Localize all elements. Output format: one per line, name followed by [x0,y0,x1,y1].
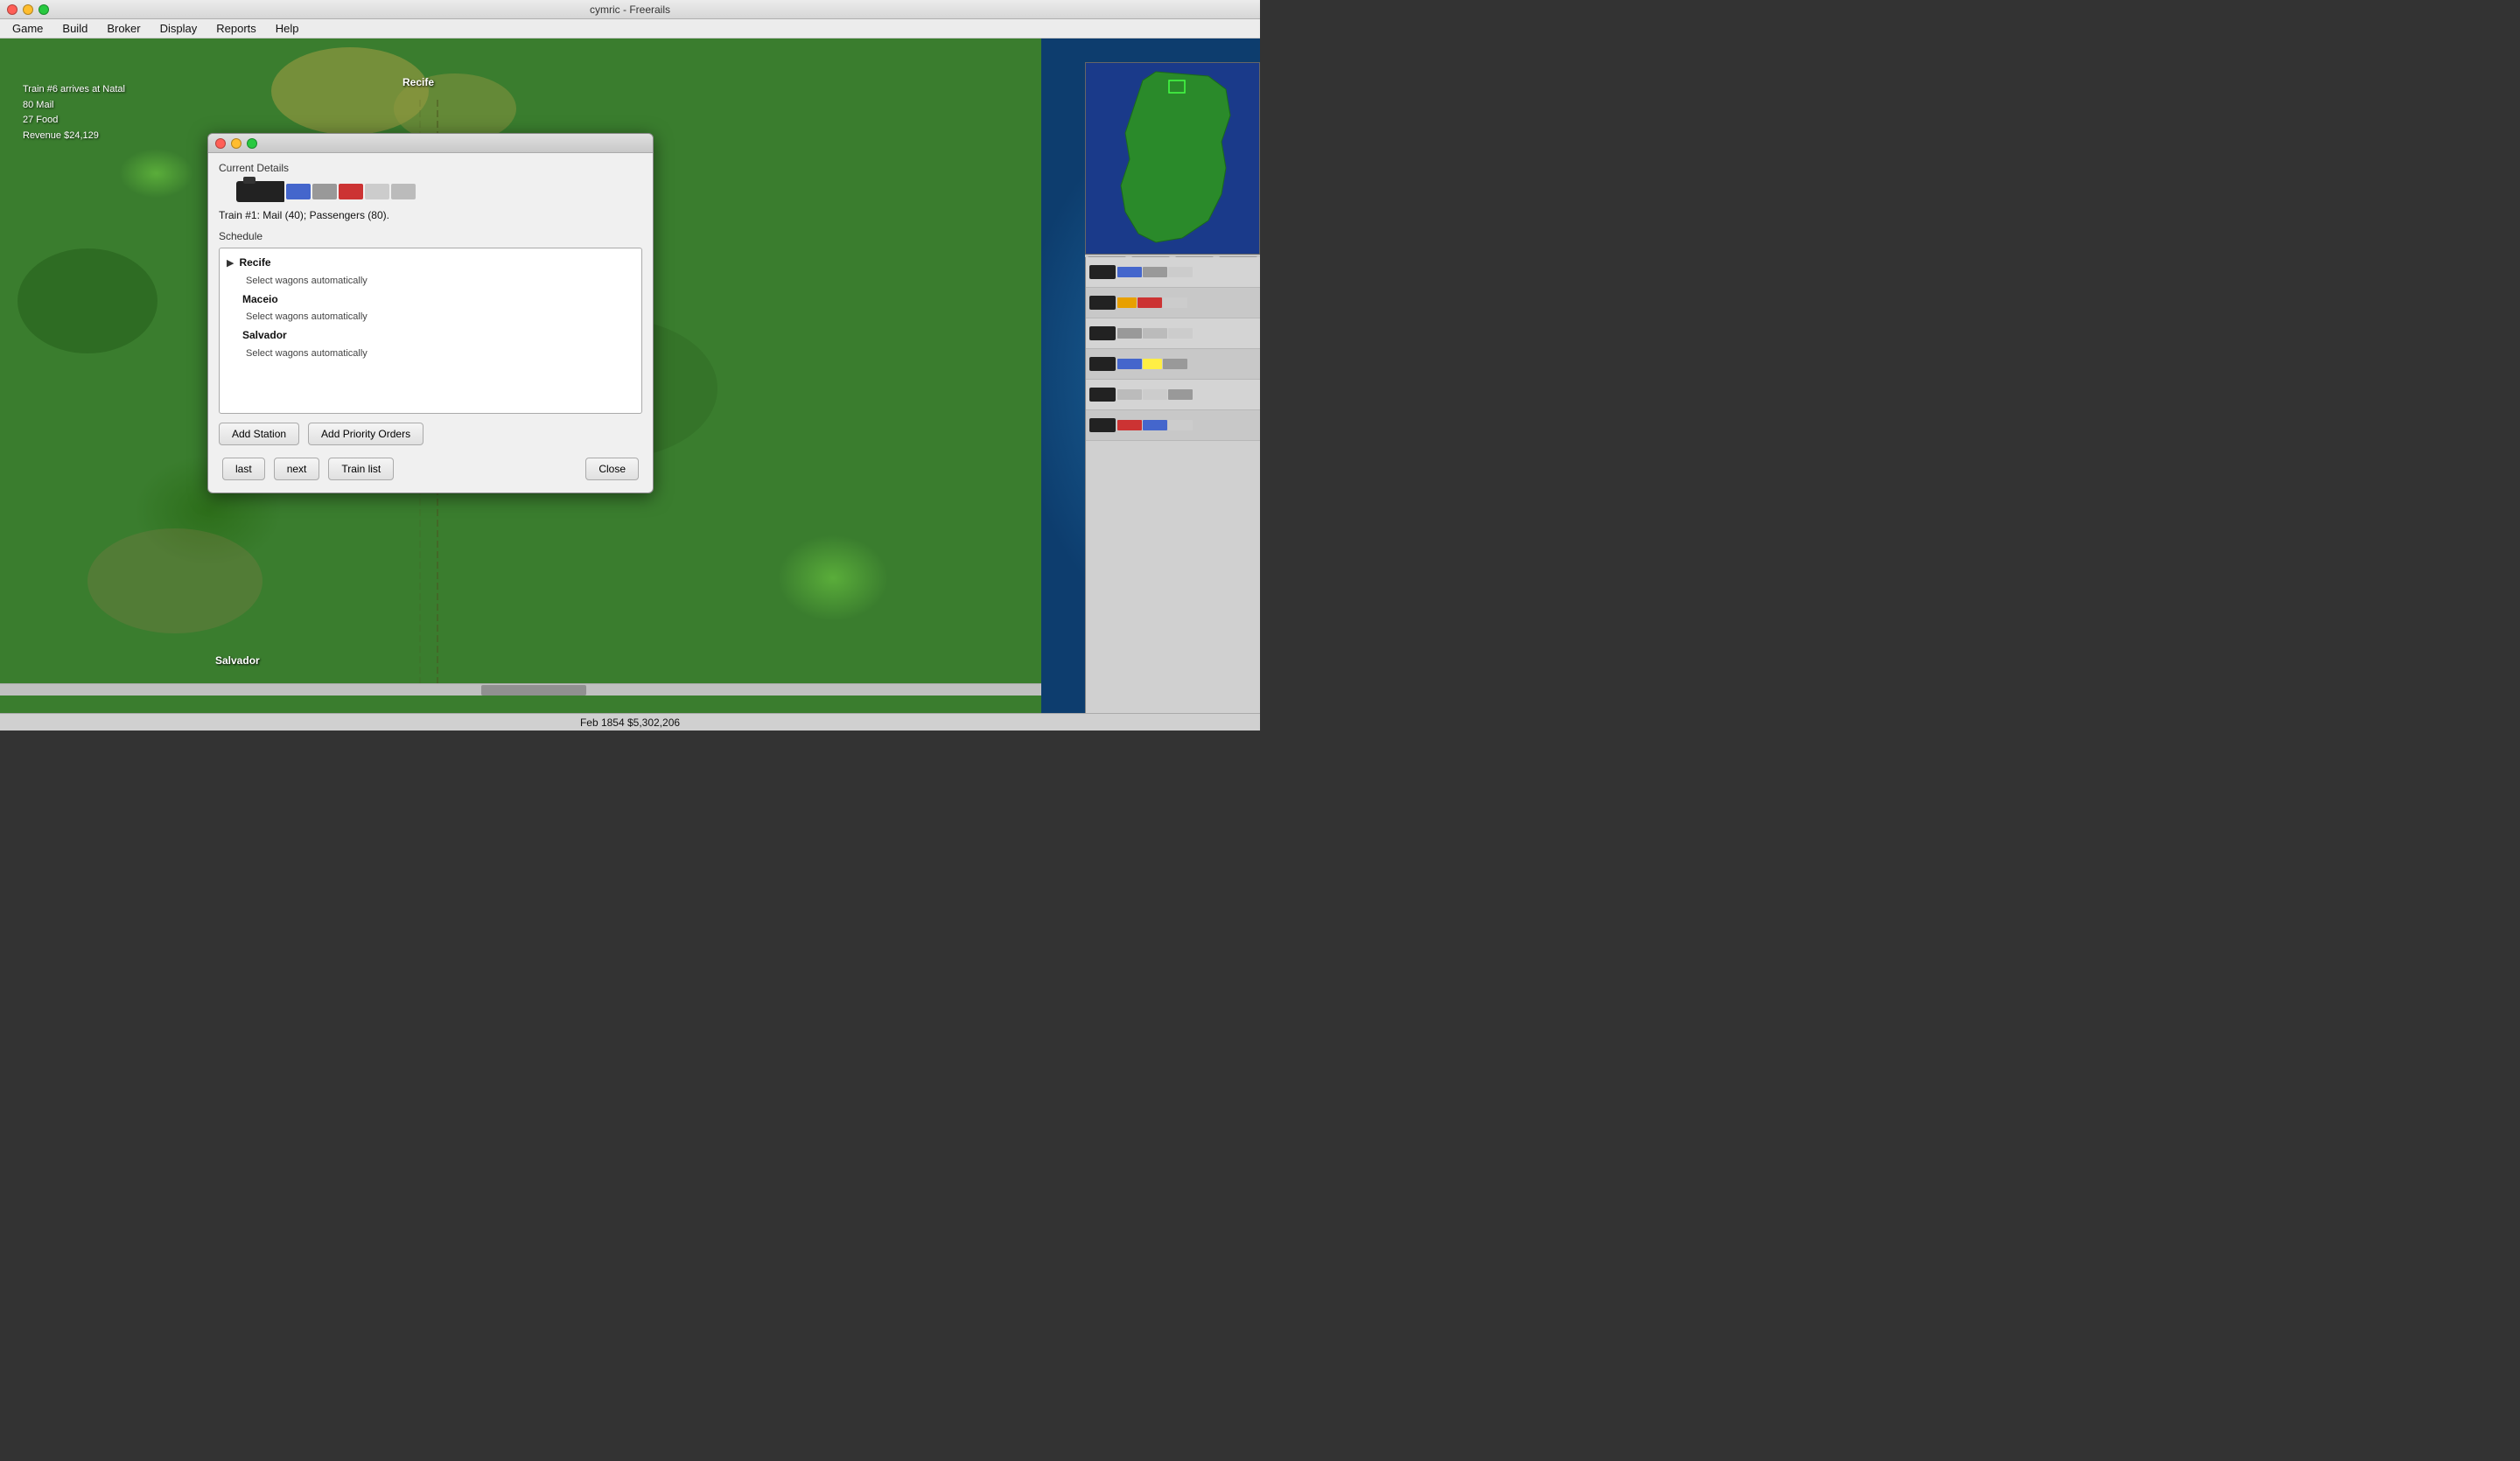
train-info: Train #1: Mail (40); Passengers (80). [219,209,642,221]
add-station-button[interactable]: Add Station [219,423,299,445]
wagon-icon-silver [391,184,416,199]
wagon-red [1138,297,1162,308]
wagon-light [1168,267,1193,277]
ocean-area [1041,38,1260,713]
schedule-city-recife: Recife [239,254,270,273]
schedule-row-salvador: Salvador [227,326,634,346]
wagon-icon-red [339,184,363,199]
horizontal-scrollbar[interactable] [0,683,1041,696]
wagon-gray [1117,328,1142,339]
train-loco-icon [1089,265,1116,279]
train-loco-icon [1089,357,1116,371]
schedule-row-maceio: Maceio [227,290,634,310]
notification-line2: 80 Mail [23,98,125,114]
status-bar: Feb 1854 $5,302,206 [0,713,1260,730]
add-priority-orders-button[interactable]: Add Priority Orders [308,423,424,445]
menu-help[interactable]: Help [267,20,308,37]
modal-title-bar [208,134,653,153]
schedule-list[interactable]: ▶ Recife Select wagons automatically Mac… [219,248,642,414]
close-button-wrap: Close [585,458,639,480]
wagon-gray [1143,267,1167,277]
train-loco-icon [1089,418,1116,432]
schedule-sub-maceio: Select wagons automatically [246,309,634,326]
train-list-item[interactable] [1086,288,1260,318]
wagon-light [1163,297,1187,308]
wagon-silver [1143,328,1167,339]
train-list-item[interactable] [1086,318,1260,349]
wagon-light [1143,389,1167,400]
wagon-light [1168,328,1193,339]
game-area: Train #6 arrives at Natal 80 Mail 27 Foo… [0,38,1260,713]
scrollbar-thumb[interactable] [481,685,586,696]
train-list-button[interactable]: Train list [328,458,394,480]
window-controls [7,4,49,15]
schedule-arrow-icon: ▶ [227,255,234,273]
wagon-gray [1168,389,1193,400]
schedule-heading: Schedule [219,230,642,242]
last-button[interactable]: last [222,458,265,480]
notification-line1: Train #6 arrives at Natal [23,82,125,98]
train-list-item[interactable] [1086,349,1260,380]
close-window-button[interactable] [7,4,18,15]
current-details-heading: Current Details [219,162,642,174]
minimize-window-button[interactable] [23,4,33,15]
notification-panel: Train #6 arrives at Natal 80 Mail 27 Foo… [23,82,125,143]
wagon-icon-gray [312,184,337,199]
status-text: Feb 1854 $5,302,206 [580,717,680,729]
wagon-red [1117,420,1142,430]
nav-buttons: last next Train list Close [219,458,642,480]
train-graphic [236,181,642,202]
nav-buttons-left: last next Train list [222,458,394,480]
wagon-icon-light [365,184,389,199]
schedule-sub-salvador: Select wagons automatically [246,346,634,363]
minimap[interactable] [1085,62,1260,255]
train-list-item[interactable] [1086,380,1260,410]
city-label-recife: Recife [402,76,434,88]
modal-maximize-button[interactable] [247,138,257,149]
train-details-dialog: Current Details Train #1: Mail (40); Pas… [207,133,654,493]
next-button[interactable]: next [274,458,320,480]
locomotive-icon [236,181,284,202]
schedule-row-recife: ▶ Recife [227,254,634,273]
wagon-blue [1117,359,1142,369]
wagon-light [1168,420,1193,430]
train-list-item[interactable] [1086,257,1260,288]
schedule-city-salvador: Salvador [242,326,287,346]
train-list-panel[interactable] [1085,257,1260,713]
menu-broker[interactable]: Broker [98,20,149,37]
train-list-item[interactable] [1086,410,1260,441]
title-bar: cymric - Freerails [0,0,1260,19]
close-button[interactable]: Close [585,458,639,480]
city-label-salvador: Salvador [215,654,260,667]
wagon-icon-blue [286,184,311,199]
menu-display[interactable]: Display [151,20,206,37]
wagon-blue [1143,420,1167,430]
train-loco-icon [1089,296,1116,310]
menu-game[interactable]: Game [4,20,52,37]
modal-close-button[interactable] [215,138,226,149]
schedule-city-maceio: Maceio [242,290,278,310]
wagon-orange [1117,297,1137,308]
menu-build[interactable]: Build [53,20,96,37]
maximize-window-button[interactable] [38,4,49,15]
wagon-blue [1117,267,1142,277]
train-loco-icon [1089,388,1116,402]
menu-bar: Game Build Broker Display Reports Help [0,19,1260,38]
window-title: cymric - Freerails [590,3,670,16]
wagon-silver [1117,389,1142,400]
minimap-svg [1086,63,1260,255]
train-loco-icon [1089,326,1116,340]
notification-line4: Revenue $24,129 [23,129,125,144]
schedule-sub-recife: Select wagons automatically [246,273,634,290]
wagon-gray [1163,359,1187,369]
modal-minimize-button[interactable] [231,138,242,149]
notification-line3: 27 Food [23,113,125,129]
schedule-buttons: Add Station Add Priority Orders [219,423,642,445]
menu-reports[interactable]: Reports [207,20,265,37]
modal-content: Current Details Train #1: Mail (40); Pas… [208,153,653,493]
wagon-yellow [1143,359,1162,369]
